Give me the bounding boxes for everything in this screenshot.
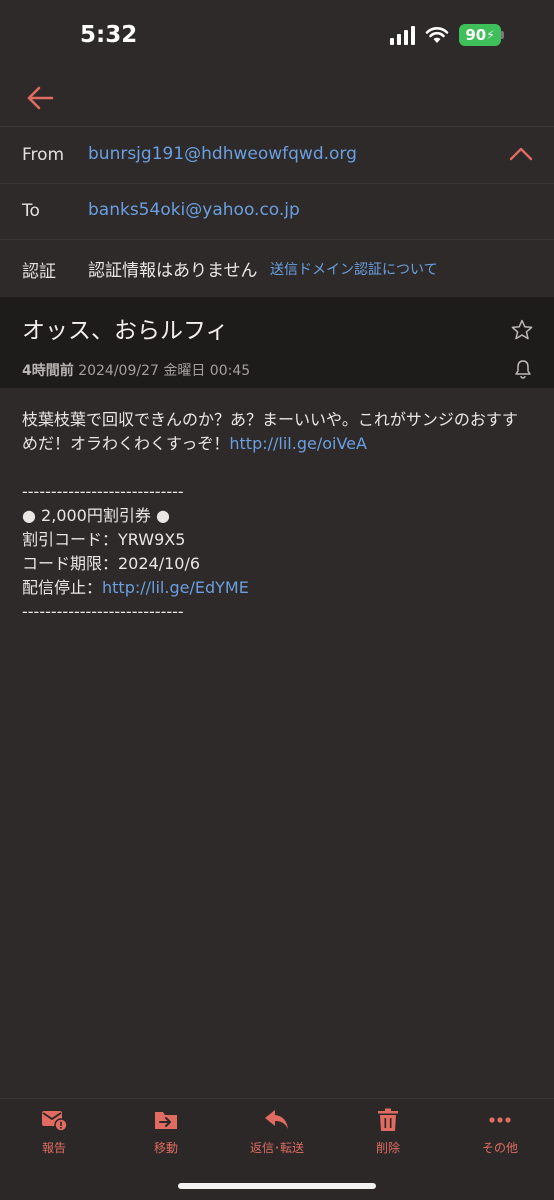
from-row: From bunrsjg191@hdhweowfqwd.org <box>0 127 554 184</box>
battery-icon: 90 ⚡ <box>459 24 501 46</box>
body-link-1[interactable]: http://lil.ge/oiVeA <box>229 434 367 453</box>
divider-top: ---------------------------- <box>22 482 184 501</box>
auth-row: 認証 認証情報はありません 送信ドメイン認証について <box>0 239 554 297</box>
to-row: To banks54oki@yahoo.co.jp <box>0 183 554 240</box>
home-indicator <box>178 1183 376 1189</box>
email-body: 枝葉枝葉で回収できんのか？あ？まーいいや。これがサンジのおすすめだ！オラわくわく… <box>22 408 532 624</box>
auth-status: 認証情報はありません <box>88 261 258 281</box>
unsubscribe-link[interactable]: http://lil.ge/EdYME <box>102 578 249 597</box>
cellular-signal-icon <box>390 25 415 45</box>
unsubscribe-label: 配信停止： <box>22 578 103 597</box>
report-button[interactable]: 報告 <box>14 1107 94 1161</box>
email-subject: オッス、おらルフィ <box>22 318 229 344</box>
battery-nub <box>501 31 504 39</box>
report-label: 報告 <box>41 1141 66 1155</box>
bell-icon[interactable] <box>514 359 532 379</box>
battery-level: 90 <box>465 26 487 44</box>
from-label: From <box>22 145 65 165</box>
back-arrow-icon[interactable] <box>24 82 56 114</box>
email-datetime: 2024/09/27 金曜日 00:45 <box>78 363 251 379</box>
delete-label: 削除 <box>375 1141 400 1155</box>
wifi-icon <box>425 27 449 43</box>
coupon-title: ● 2,000円割引券 ● <box>22 506 170 525</box>
more-button[interactable]: その他 <box>460 1107 540 1161</box>
coupon-code: 割引コード：YRW9X5 <box>22 530 186 549</box>
to-label: To <box>22 201 40 221</box>
status-time: 5:32 <box>80 22 138 48</box>
to-address[interactable]: banks54oki@yahoo.co.jp <box>88 200 300 220</box>
divider-bottom: ---------------------------- <box>22 602 184 621</box>
delete-button[interactable]: 削除 <box>348 1107 428 1161</box>
reply-icon <box>265 1110 288 1129</box>
relative-time: 4時間前 <box>22 363 74 379</box>
auth-info-link[interactable]: 送信ドメイン認証について <box>270 259 438 279</box>
more-label: その他 <box>481 1141 518 1155</box>
star-icon[interactable] <box>510 318 534 342</box>
email-meta: 4時間前 2024/09/27 金曜日 00:45 <box>22 360 250 380</box>
from-address[interactable]: bunrsjg191@hdhweowfqwd.org <box>88 144 357 164</box>
reply-label: 返信･転送 <box>249 1141 304 1155</box>
battery-indicator: 90 ⚡ <box>459 24 504 46</box>
subject-area: オッス、おらルフィ 4時間前 2024/09/27 金曜日 00:45 <box>0 297 554 388</box>
move-label: 移動 <box>153 1141 178 1155</box>
more-dots-icon <box>489 1117 511 1123</box>
nav-bar <box>0 70 554 127</box>
report-mail-icon <box>42 1111 68 1132</box>
status-icons: 90 ⚡ <box>390 24 504 46</box>
coupon-expiry: コード期限：2024/10/6 <box>22 554 201 573</box>
status-bar: 5:32 90 ⚡ <box>0 0 554 70</box>
auth-label: 認証 <box>22 262 56 282</box>
reply-forward-button[interactable]: 返信･転送 <box>237 1107 317 1161</box>
chevron-up-icon[interactable] <box>508 144 534 164</box>
trash-icon <box>378 1108 398 1131</box>
move-button[interactable]: 移動 <box>126 1107 206 1161</box>
move-folder-icon <box>155 1112 177 1129</box>
